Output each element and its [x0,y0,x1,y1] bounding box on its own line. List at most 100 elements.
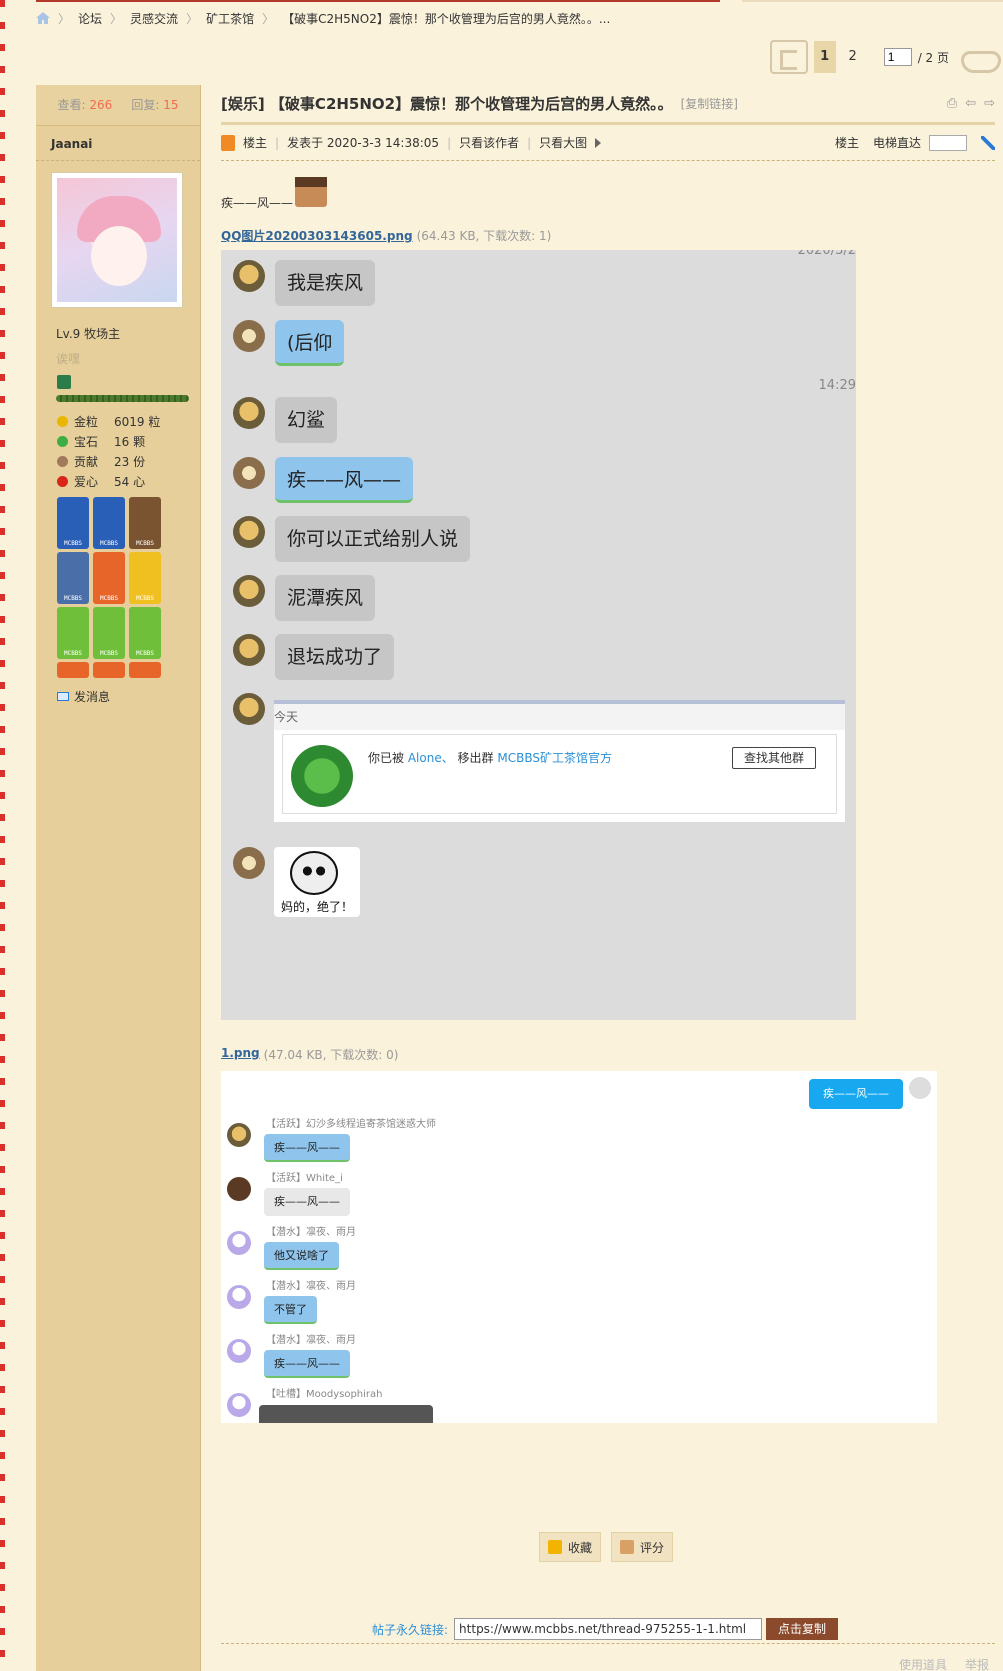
medal[interactable]: MCBBS [93,552,125,604]
chat-screenshot-2[interactable]: 疾——风—— 【活跃】幻沙多线程追寄茶馆迷惑大师 疾——风—— 【活跃】White… [221,1071,937,1423]
page-1[interactable]: 1 [813,41,836,73]
chat-row: 你可以正式给别人说 [233,516,471,562]
back-to-list-icon[interactable] [769,40,808,74]
floor-go-icon[interactable] [981,135,995,150]
chat-time: 14:29 [818,378,856,393]
pager: 1 2 / 2 页 [769,40,1001,74]
copy-link-button[interactable]: [复制链接] [681,95,738,112]
report-link[interactable]: 举报 [965,1656,989,1671]
chat-row: 疾——风—— [233,457,414,503]
send-message-link[interactable]: 发消息 [57,688,200,705]
medal[interactable]: MCBBS [57,607,89,659]
avatar [233,634,265,666]
home-icon[interactable] [36,12,50,24]
author-sidebar: 查看: 266 回复: 15 Jaanai Lv.9 牧场主 诶嘿 金粒 6019… [36,85,201,1671]
chat-sender: 【活跃】White_i [266,1173,343,1184]
author-name[interactable]: Jaanai [36,125,200,161]
breadcrumb-forum[interactable]: 论坛 [78,10,102,27]
meta-separator: | [275,135,280,150]
creeper-avatar [291,745,353,807]
copy-permalink-button[interactable]: 点击复制 [766,1618,839,1640]
stat-key: 贡献 [74,454,99,469]
emoji-face-icon [295,177,328,207]
author-icon [221,134,235,151]
permalink-input[interactable]: https://www.mcbbs.net/thread-975255-1-1.… [454,1618,763,1640]
breadcrumb-inspiration[interactable]: 灵感交流 [130,10,178,27]
print-icon[interactable]: ⎙ [947,96,957,111]
panda-sticker: 妈的，绝了！ [274,847,360,917]
rate-button[interactable]: 评分 [611,1532,674,1562]
self-message-bubble: 疾——风—— [809,1079,903,1109]
attachment-2: 1.png (47.04 KB, 下载次数: 0) [221,1046,995,1063]
medal[interactable]: MCBBS [57,497,89,549]
avatar[interactable] [51,172,183,308]
stat-key: 爱心 [74,474,99,489]
medal-grid: MCBBS MCBBS MCBBS MCBBS MCBBS MCBBS MCBBS MCBBS… [57,497,200,678]
stat-icon [57,475,68,487]
return-icon[interactable] [955,41,1001,73]
meta-separator: | [527,135,532,150]
next-thread-icon[interactable]: ⇨ [984,96,995,111]
use-tool-link[interactable]: 使用道具 [899,1656,947,1671]
post-meta: 楼主 | 发表于 2020-3-3 14:38:05 | 只看该作者 | 只看大… [221,125,995,161]
louzhu-label: 楼主 [243,136,268,150]
card-text-prefix: 你已被 [368,751,405,765]
permalink-label: 帖子永久链接: [372,1622,449,1637]
user-stats: 金粒 6019 粒宝石 16 颗贡献 23 份爱心 54 心 [57,411,200,491]
post-actions: 收藏 评分 [539,1532,674,1562]
stat-icon [57,455,68,467]
stat-row: 宝石 16 颗 [57,431,200,451]
card-text-mid: 移出群 [457,751,494,765]
send-message-label: 发消息 [74,690,111,704]
medal[interactable]: MCBBS [57,552,89,604]
chat-row [233,847,265,879]
avatar [233,516,265,548]
card-user: Alone、 [407,751,454,765]
attachment-1-info: (64.43 KB, 下载次数: 1) [416,229,552,243]
chat-bubble: 他又说啥了 [264,1242,339,1270]
avatar [227,1123,251,1147]
breadcrumb-thread[interactable]: 【破事C2H5NO2】震惊！那个收管理为后宫的男人竟然。。... [282,10,610,27]
chat-bubble: 退坛成功了 [275,634,395,680]
chat-row: 【潜水】凛夜、雨月 他又说啥了 [227,1223,356,1270]
only-author-link[interactable]: 只看该作者 [459,134,519,151]
medal[interactable]: MCBBS [129,552,161,604]
medal[interactable] [57,662,89,678]
stat-key: 宝石 [74,434,99,449]
chat-screenshot-1[interactable]: 2020/3/2 我是疾风 (后仰 14:29 幻鲨 疾——风—— 你可以正式给… [221,250,856,1020]
prev-thread-icon[interactable]: ⇦ [965,96,976,111]
medal[interactable]: MCBBS [93,607,125,659]
page-title: [娱乐] 【破事C2H5NO2】震惊！那个收管理为后宫的男人竟然。。 [221,95,673,113]
page-2[interactable]: 2 [842,41,864,73]
avatar [227,1393,251,1417]
floor-label: 楼主 [834,136,859,150]
medal[interactable]: MCBBS [129,497,161,549]
floor-jump-input[interactable] [929,134,967,151]
breadcrumb-teahouse[interactable]: 矿工茶馆 [206,10,254,27]
chat-row: 【潜水】凛夜、雨月 不管了 [227,1277,356,1324]
card-text: 你已被 Alone、 移出群 MCBBS矿工茶馆官方 [368,749,612,766]
medal[interactable] [93,662,125,678]
play-icon[interactable] [595,137,602,148]
stat-row: 爱心 54 心 [57,471,200,491]
stat-icon [57,435,68,447]
chat-row: 泥潭疾风 [233,575,376,621]
stat-row: 金粒 6019 粒 [57,411,200,431]
thumb-icon [620,1540,635,1554]
favorite-button[interactable]: 收藏 [539,1532,602,1562]
attachment-1-link[interactable]: QQ图片20200303143605.png [221,227,413,244]
medal[interactable]: MCBBS [93,497,125,549]
attachment-2-link[interactable]: 1.png [221,1046,260,1063]
stat-value: 6019 粒 [114,414,161,429]
medal[interactable] [129,662,161,678]
rate-label: 评分 [640,1540,665,1555]
medal[interactable]: MCBBS [129,607,161,659]
avatar [227,1285,251,1309]
breadcrumb: 〉 论坛 〉 灵感交流 〉 矿工茶馆 〉 【破事C2H5NO2】震惊！那个收管理… [36,10,610,26]
big-image-link[interactable]: 只看大图 [539,134,587,151]
chat-sender: 【吐槽】Moodysophirah [266,1389,383,1400]
chat-row: 我是疾风 [233,260,376,306]
page-jump-input[interactable] [883,48,912,66]
title-tools: ⎙ ⇦ ⇨ [947,96,995,111]
post-main: [娱乐] 【破事C2H5NO2】震惊！那个收管理为后宫的男人竟然。。 [复制链接… [221,85,995,1423]
